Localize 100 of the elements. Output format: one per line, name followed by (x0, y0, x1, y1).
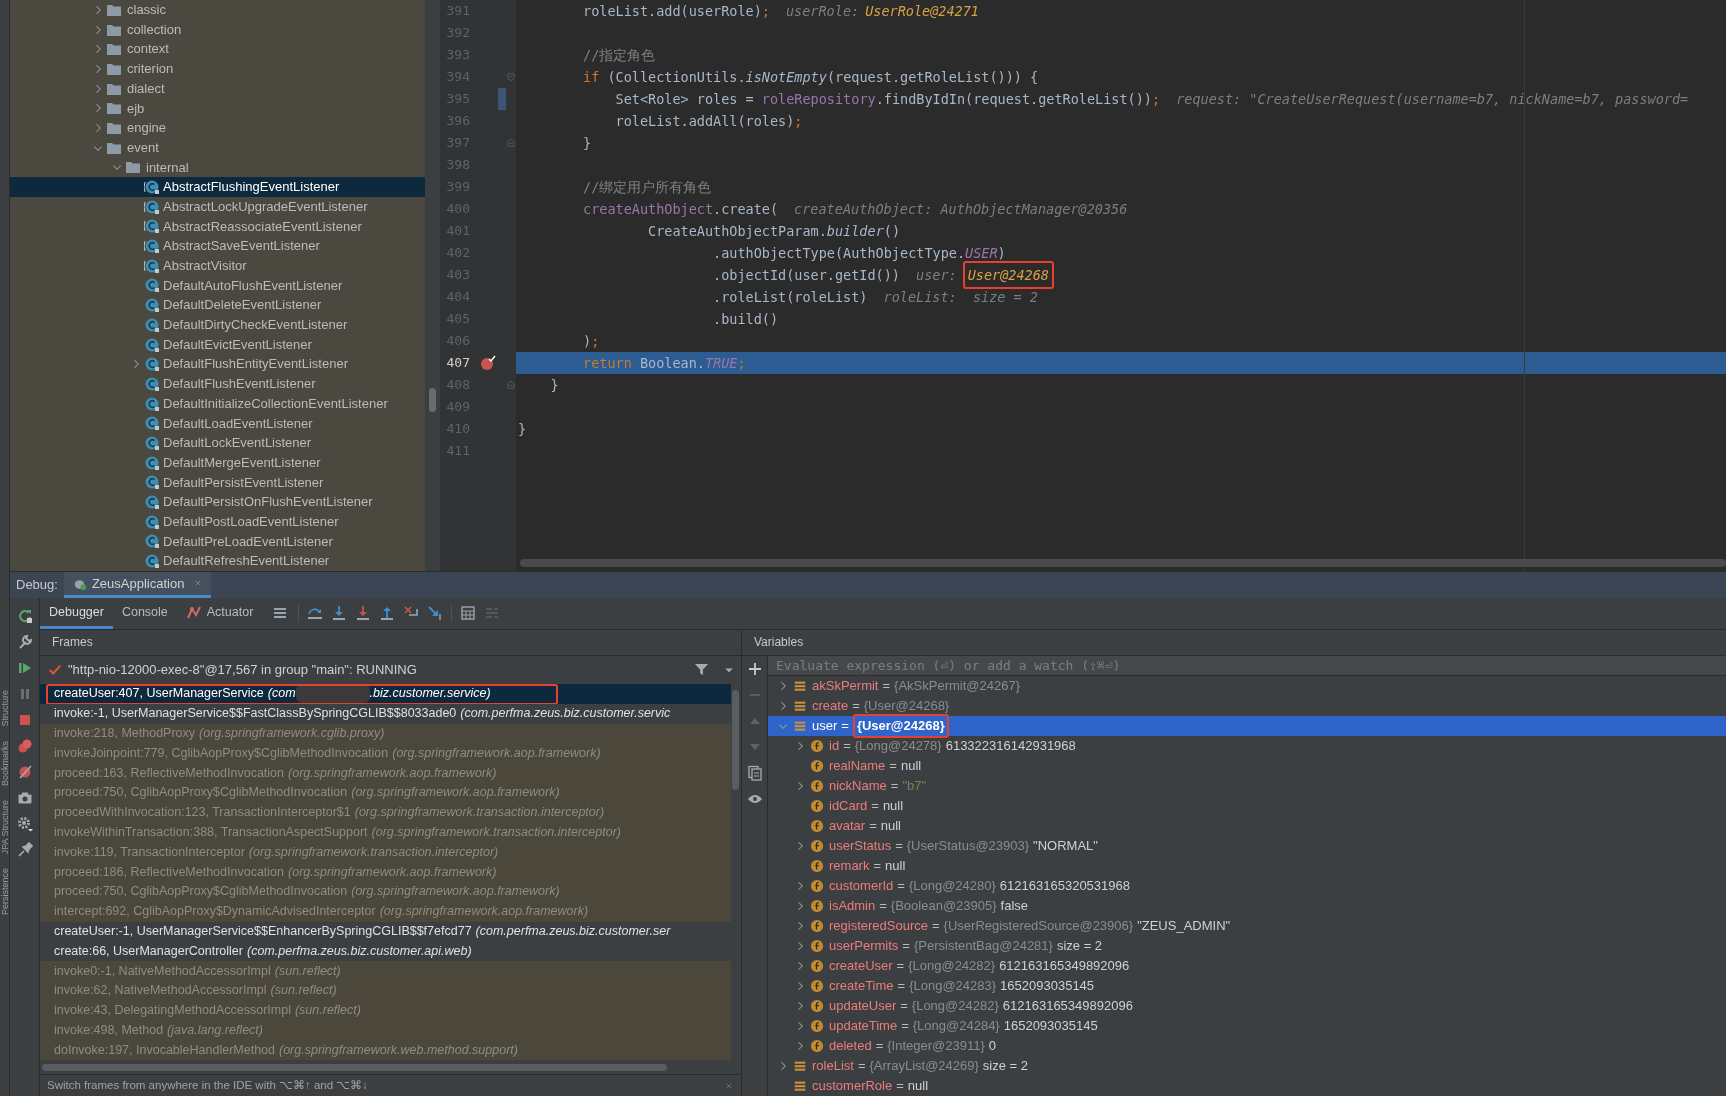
tree-item[interactable]: engine (10, 118, 425, 138)
filter-icon[interactable] (694, 662, 709, 678)
debugger-tab[interactable]: Debugger (40, 597, 113, 629)
variable-row[interactable]: registeredSource = {UserRegisteredSource@23906} "ZEUS_ADMIN" (768, 915, 1726, 936)
variable-row[interactable]: idCard = null (768, 795, 1726, 816)
stack-frame[interactable]: proceed:750, CglibAopProxy$CglibMethodInvocation (org.springframework.aop.framework) (40, 881, 731, 902)
copy-icon[interactable] (746, 764, 763, 781)
tree-item[interactable]: DefaultEvictEventListener (10, 334, 425, 355)
variable-row[interactable]: userPermits = {PersistentBag@24281} size = 2 (768, 935, 1726, 956)
tree-item[interactable]: internal (10, 157, 425, 178)
tree-item[interactable]: event (10, 137, 425, 158)
tree-item[interactable]: collection (10, 19, 425, 40)
variable-row[interactable]: createUser = {Long@24282} 612163165349892096 (768, 955, 1726, 976)
tree-item[interactable]: DefaultLockEventListener (10, 433, 425, 453)
tool-window-label[interactable]: JPA Structure (0, 799, 10, 854)
variable-row[interactable]: isAdmin = {Boolean@23905} false (768, 895, 1726, 916)
pin-icon[interactable] (16, 841, 33, 858)
stack-frame[interactable]: invokeWithinTransaction:388, TransactionAspectSupport (org.springframework.transaction.interceptor) (40, 822, 731, 843)
variable-row[interactable]: remark = null (768, 855, 1726, 876)
stack-frame[interactable]: invoke:218, MethodProxy (org.springframework.cglib.proxy) (40, 723, 731, 744)
mute-breakpoints-icon[interactable] (16, 763, 33, 780)
tree-item[interactable]: AbstractFlushingEventListener (10, 177, 425, 197)
tree-item[interactable]: DefaultPersistOnFlushEventListener (10, 492, 425, 512)
tree-item[interactable]: AbstractSaveEventListener (10, 236, 425, 256)
tree-item[interactable]: DefaultInitializeCollectionEventListener (10, 393, 425, 414)
stack-frame[interactable]: proceed:750, CglibAopProxy$CglibMethodInvocation (org.springframework.aop.framework) (40, 782, 731, 803)
stack-frame[interactable]: invoke:62, NativeMethodAccessorImpl (sun.reflect) (40, 980, 731, 1001)
stack-frame[interactable]: proceed:163, ReflectiveMethodInvocation (org.springframework.aop.framework) (40, 763, 731, 783)
stack-frame[interactable]: invoke:43, DelegatingMethodAccessorImpl (sun.reflect) (40, 1000, 731, 1021)
tool-window-label[interactable]: Bookmarks (0, 740, 10, 786)
stack-frame[interactable]: invoke0:-1, NativeMethodAccessorImpl (sun.reflect) (40, 961, 731, 981)
debugger-tab[interactable]: Actuator (176, 597, 263, 629)
stack-frame[interactable]: invoke:498, Method (java.lang.reflect) (40, 1020, 731, 1041)
stack-frame[interactable]: invokeJoinpoint:779, CglibAopProxy$CglibMethodInvocation (org.springframework.aop.framework) (40, 743, 731, 764)
variable-row[interactable]: updateTime = {Long@24284} 1652093035145 (768, 1015, 1726, 1036)
tree-item[interactable]: DefaultAutoFlushEventListener (10, 275, 425, 296)
class-icon (144, 395, 160, 412)
vertical-scrollbar[interactable] (732, 689, 739, 790)
debugger-tab[interactable]: Console (112, 597, 177, 629)
variable-row[interactable]: roleList = {ArrayList@24269} size = 2 (768, 1055, 1726, 1076)
variable-row[interactable]: realName = null (768, 755, 1726, 776)
stack-frame[interactable]: intercept:692, CglibAopProxy$DynamicAdvisedInterceptor (org.springframework.aop.framework) (40, 901, 731, 922)
tree-item[interactable]: DefaultDirtyCheckEventListener (10, 315, 425, 335)
breakpoints-icon[interactable] (16, 737, 33, 754)
tool-window-label[interactable]: Persistence (0, 867, 10, 915)
variable-row[interactable]: createTime = {Long@24283} 1652093035145 (768, 975, 1726, 996)
variable-row[interactable]: userStatus = {UserStatus@23903} "NORMAL" (768, 835, 1726, 856)
breakpoint-icon[interactable] (480, 355, 496, 371)
rerun-icon[interactable] (16, 607, 33, 624)
horizontal-scrollbar[interactable] (520, 558, 1726, 567)
tree-item[interactable]: AbstractVisitor (10, 255, 425, 276)
fold-icon[interactable] (506, 380, 516, 390)
tree-item[interactable]: DefaultRefreshEventListener (10, 551, 425, 571)
abstract-class-icon (144, 257, 160, 274)
tool-window-label[interactable]: Structure (0, 690, 10, 727)
tree-item[interactable]: AbstractReassociateEventListener (10, 216, 425, 237)
tree-item[interactable]: DefaultDeleteEventListener (10, 295, 425, 315)
fold-icon[interactable] (506, 138, 516, 148)
add-icon[interactable] (746, 660, 763, 677)
variable-row[interactable]: user = {User@24268} (768, 715, 1726, 736)
step-out-icon[interactable] (379, 605, 396, 622)
stack-frame[interactable]: createUser:407, UserManagerService (com .biz.customer.service) (40, 683, 731, 704)
scrollbar-thumb[interactable] (429, 388, 436, 412)
tree-item[interactable]: ejb (10, 98, 425, 119)
variable-row[interactable]: akSkPermit = {AkSkPermit@24267} (768, 675, 1726, 696)
tree-item[interactable]: DefaultLoadEventListener (10, 413, 425, 434)
variable-row[interactable]: customerRole = null (768, 1075, 1726, 1096)
tree-item[interactable]: DefaultPersistEventListener (10, 472, 425, 493)
evaluate-table-icon[interactable] (460, 605, 477, 622)
stack-frame[interactable]: proceed:186, ReflectiveMethodInvocation (org.springframework.aop.framework) (40, 862, 731, 882)
tree-item[interactable]: dialect (10, 78, 425, 99)
horizontal-scrollbar[interactable] (42, 1063, 667, 1071)
tree-item[interactable]: AbstractLockUpgradeEventListener (10, 196, 425, 217)
tree-item[interactable]: DefaultPreLoadEventListener (10, 531, 425, 552)
variable-row[interactable]: create = {User@24268} (768, 695, 1726, 716)
tree-item[interactable]: DefaultFlushEntityEventListener (10, 354, 425, 375)
variable-row[interactable]: customerId = {Long@24280} 612163165320531968 (768, 875, 1726, 896)
run-to-cursor-icon[interactable] (427, 605, 444, 622)
force-step-into-icon[interactable] (355, 605, 372, 622)
close-icon[interactable] (724, 1080, 734, 1091)
tree-item[interactable]: DefaultMergeEventListener (10, 452, 425, 473)
stack-frame[interactable]: doInvoke:197, InvocableHandlerMethod (org.springframework.web.method.support) (40, 1040, 731, 1061)
tree-item[interactable]: context (10, 39, 425, 60)
variable-row[interactable]: deleted = {Integer@23911} 0 (768, 1035, 1726, 1056)
tree-item[interactable]: DefaultPostLoadEventListener (10, 511, 425, 532)
fold-icon[interactable] (506, 72, 516, 82)
class-icon (144, 277, 160, 294)
tree-item[interactable]: DefaultFlushEventListener (10, 374, 425, 394)
variable-row[interactable]: updateUser = {Long@24282} 612163165349892096 (768, 995, 1726, 1016)
variable-row[interactable]: id = {Long@24278} 613322316142931968 (768, 735, 1726, 756)
stack-frame[interactable]: invoke:119, TransactionInterceptor (org.springframework.transaction.interceptor) (40, 842, 731, 863)
stack-frame[interactable]: proceedWithInvocation:123, TransactionInterceptor$1 (org.springframework.transaction.interceptor) (40, 802, 731, 823)
variable-row[interactable]: avatar = null (768, 815, 1726, 836)
variable-row[interactable]: nickName = "b7" (768, 775, 1726, 796)
tree-item[interactable]: classic (10, 0, 425, 20)
step-into-icon[interactable] (331, 605, 348, 622)
tree-item[interactable]: criterion (10, 59, 425, 79)
code-text: () (883, 221, 901, 241)
settings-icon[interactable] (16, 815, 33, 832)
session-tab[interactable]: ZeusApplication (63, 571, 212, 598)
